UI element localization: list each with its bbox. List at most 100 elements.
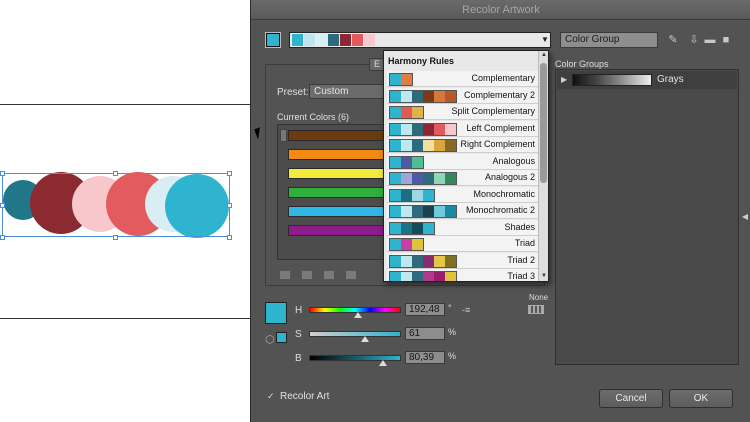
harmony-swatch (412, 140, 423, 151)
current-color-bar[interactable] (288, 130, 384, 141)
harmony-swatches (389, 221, 435, 235)
scroll-thumb[interactable] (540, 63, 547, 183)
harmony-rule-item[interactable]: Split Complementary (387, 104, 538, 120)
current-color-row[interactable] (278, 221, 386, 240)
harmony-swatch (445, 90, 456, 102)
hue-value-field[interactable]: 192,48 (405, 303, 445, 316)
merge-colors-icon[interactable] (279, 270, 291, 280)
cancel-button[interactable]: Cancel (599, 389, 663, 408)
saturation-value-field[interactable]: 61 (405, 327, 445, 340)
group-color-swatch[interactable] (292, 34, 304, 46)
selected-color-swatch[interactable] (265, 302, 287, 324)
scroll-up-icon[interactable]: ▲ (539, 52, 548, 58)
exclude-colors-icon[interactable] (323, 270, 335, 280)
brightness-slider[interactable] (309, 355, 401, 361)
brightness-slider-thumb[interactable] (378, 360, 387, 366)
selection-handle[interactable] (0, 171, 5, 176)
harmony-swatch (401, 90, 412, 102)
group-color-swatch[interactable] (352, 34, 364, 46)
ok-button[interactable]: OK (669, 389, 733, 408)
current-color-row[interactable] (278, 164, 386, 183)
saturation-unit: % (448, 327, 457, 337)
harmony-rule-item[interactable]: Monochromatic (387, 186, 538, 203)
recolor-art-option[interactable]: ✓ Recolor Art (267, 391, 329, 402)
row-handle-icon[interactable] (280, 129, 287, 142)
hue-slider-thumb[interactable] (354, 312, 363, 318)
harmony-rule-item[interactable]: Triad (387, 236, 538, 252)
harmony-swatch (412, 239, 423, 250)
preset-select[interactable]: Custom (309, 84, 389, 99)
group-color-swatch[interactable] (364, 34, 376, 46)
secondary-color-swatch[interactable] (276, 332, 287, 343)
saturation-slider[interactable] (309, 331, 401, 337)
current-color-bar[interactable] (288, 187, 384, 198)
artboard[interactable] (0, 0, 252, 422)
active-color-swatch[interactable] (265, 32, 281, 48)
brightness-value-field[interactable]: 80,39 (405, 351, 445, 364)
harmony-rule-item[interactable]: Triad 3 (387, 269, 538, 281)
harmony-rules-dropdown[interactable]: Harmony Rules Complementary Complementary… (383, 50, 549, 282)
current-color-row[interactable] (278, 202, 386, 221)
selection-handle[interactable] (113, 235, 118, 240)
current-color-row[interactable] (278, 145, 386, 164)
harmony-swatch (412, 156, 423, 168)
harmony-rule-item[interactable]: Analogous 2 (387, 170, 538, 186)
separate-colors-icon[interactable] (301, 270, 313, 280)
harmony-swatches (389, 106, 424, 119)
selection-handle[interactable] (113, 171, 118, 176)
eyedropper-icon[interactable]: ✎ (666, 33, 680, 47)
harmony-rule-item[interactable]: Shades (387, 219, 538, 236)
selection-handle[interactable] (0, 235, 5, 240)
harmony-rule-item[interactable]: Complementary 2 (387, 87, 538, 104)
group-color-swatch[interactable] (328, 34, 340, 46)
new-row-icon[interactable] (345, 270, 357, 280)
checkmark-icon[interactable]: ✓ (267, 392, 276, 401)
current-color-bar[interactable] (288, 225, 384, 236)
selection-handle[interactable] (227, 235, 232, 240)
color-groups-list[interactable]: ▶ Grays (555, 69, 739, 365)
disclosure-triangle-icon[interactable]: ▶ (561, 75, 567, 84)
current-color-bar[interactable] (288, 168, 384, 179)
harmony-rule-item[interactable]: Complementary (387, 71, 538, 87)
group-color-swatch[interactable] (304, 34, 316, 46)
harmony-swatch (401, 140, 412, 151)
harmony-rule-name: Complementary 2 (463, 89, 535, 100)
current-color-row[interactable] (278, 183, 386, 202)
harmony-scrollbar[interactable]: ▲ ▼ (538, 51, 548, 281)
group-color-swatch[interactable] (340, 34, 352, 46)
color-group-name-field[interactable]: Color Group (560, 32, 658, 48)
selection-handle[interactable] (227, 203, 232, 208)
selection-handle[interactable] (227, 171, 232, 176)
harmony-swatches (389, 122, 457, 136)
save-changes-icon[interactable]: ⇩ (687, 33, 701, 47)
slider-options-icon[interactable]: -≡ (462, 305, 470, 315)
current-colors-list[interactable] (277, 124, 385, 260)
color-group-row-grays[interactable]: ▶ Grays (557, 71, 737, 89)
brightness-unit: % (448, 351, 457, 361)
selection-handle[interactable] (0, 203, 5, 208)
saturation-slider-thumb[interactable] (361, 336, 370, 342)
harmony-swatch (390, 206, 401, 217)
color-reduction-icon[interactable] (528, 305, 544, 314)
new-group-folder-icon[interactable]: ▬ (703, 33, 717, 47)
scroll-down-icon[interactable]: ▼ (539, 273, 548, 279)
harmony-swatches (389, 73, 413, 86)
harmony-rule-item[interactable]: Triad 2 (387, 252, 538, 269)
harmony-dropdown-arrow-icon[interactable]: ▼ (540, 33, 550, 47)
selection-bounding-box[interactable] (2, 173, 230, 237)
delete-icon[interactable]: ■ (719, 33, 733, 47)
current-color-row[interactable] (278, 126, 386, 145)
collapse-panel-icon[interactable]: ◀ (740, 205, 750, 229)
harmony-rule-item[interactable]: Monochromatic 2 (387, 203, 538, 219)
group-color-swatch[interactable] (316, 34, 328, 46)
current-color-bar[interactable] (288, 149, 384, 160)
color-cube-icon[interactable]: ⬡ (265, 333, 275, 346)
harmony-rule-item[interactable]: Left Complement (387, 120, 538, 137)
current-color-bar[interactable] (288, 206, 384, 217)
harmony-rule-item[interactable]: Analogous (387, 153, 538, 170)
harmony-swatch (412, 222, 423, 234)
color-group-strip[interactable] (289, 32, 551, 48)
harmony-swatch (401, 272, 412, 281)
harmony-rule-item[interactable]: Right Complement (387, 137, 538, 153)
harmony-swatch (423, 90, 434, 102)
